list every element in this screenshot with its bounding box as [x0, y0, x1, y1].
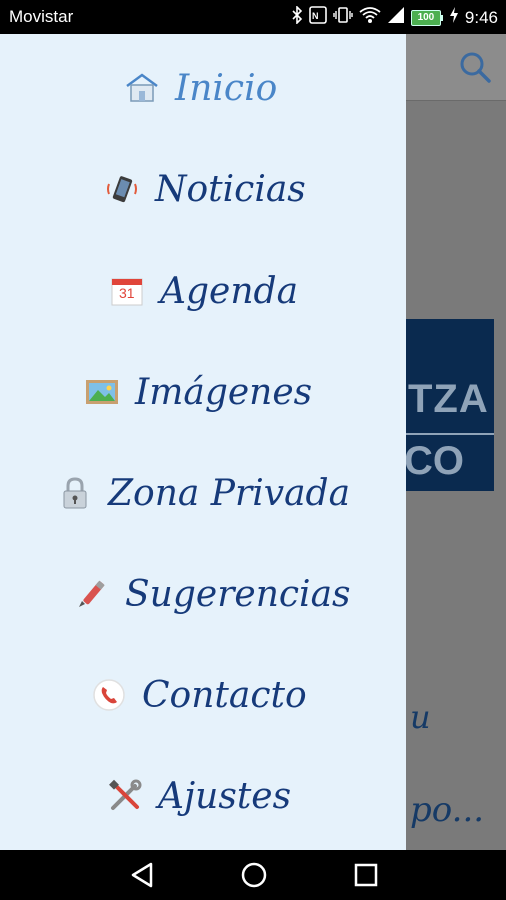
- menu-item-label: Inicio: [175, 67, 278, 109]
- bluetooth-icon: [291, 5, 303, 29]
- menu-item-ajustes[interactable]: Ajustes: [0, 756, 506, 836]
- calendar-icon: 31: [110, 274, 144, 308]
- tools-icon: [108, 779, 142, 813]
- battery-level: 100: [410, 9, 441, 26]
- picture-icon: [85, 375, 119, 409]
- status-bar: Movistar N 100 9:46: [0, 0, 506, 34]
- carrier-name: Movistar: [9, 7, 74, 26]
- menu-item-label: Zona Privada: [108, 472, 351, 514]
- status-icons: N 100 9:46: [291, 5, 498, 29]
- svg-text:N: N: [312, 11, 319, 21]
- phone-ringing-icon: [105, 172, 139, 206]
- back-icon[interactable]: [129, 862, 155, 888]
- navigation-bar: [0, 850, 506, 900]
- calendar-day: 31: [119, 285, 135, 301]
- menu-item-label: Sugerencias: [125, 573, 351, 615]
- battery-icon: 100: [410, 9, 443, 26]
- home-icon: [125, 71, 159, 105]
- pen-icon: [75, 577, 109, 611]
- clock: 9:46: [464, 7, 498, 27]
- menu-item-zona-privada[interactable]: Zona Privada: [0, 453, 464, 533]
- signal-icon: [387, 6, 405, 29]
- menu-item-agenda[interactable]: 31 Agenda: [0, 251, 506, 331]
- wifi-icon: [359, 6, 381, 29]
- home-button-icon[interactable]: [241, 862, 267, 888]
- menu-item-contacto[interactable]: Contacto: [0, 655, 498, 735]
- menu-item-label: Imágenes: [135, 371, 313, 413]
- nfc-icon: N: [309, 6, 327, 29]
- menu-item-label: Agenda: [160, 270, 299, 312]
- menu-item-noticias[interactable]: Noticias: [0, 149, 506, 229]
- menu-item-imagenes[interactable]: Imágenes: [0, 352, 491, 432]
- menu-item-label: Noticias: [155, 168, 306, 210]
- menu-item-label: Ajustes: [158, 775, 292, 817]
- charging-icon: [449, 6, 459, 29]
- menu-item-inicio[interactable]: Inicio: [0, 48, 506, 128]
- telephone-icon: [92, 678, 126, 712]
- lock-icon: [58, 476, 92, 510]
- recents-icon[interactable]: [353, 862, 379, 888]
- menu-item-label: Contacto: [142, 674, 307, 716]
- vibrate-icon: [333, 6, 353, 29]
- navigation-drawer: Inicio Noticias 31 Agenda Imágenes Zona …: [0, 34, 406, 850]
- menu-item-sugerencias[interactable]: Sugerencias: [0, 554, 481, 634]
